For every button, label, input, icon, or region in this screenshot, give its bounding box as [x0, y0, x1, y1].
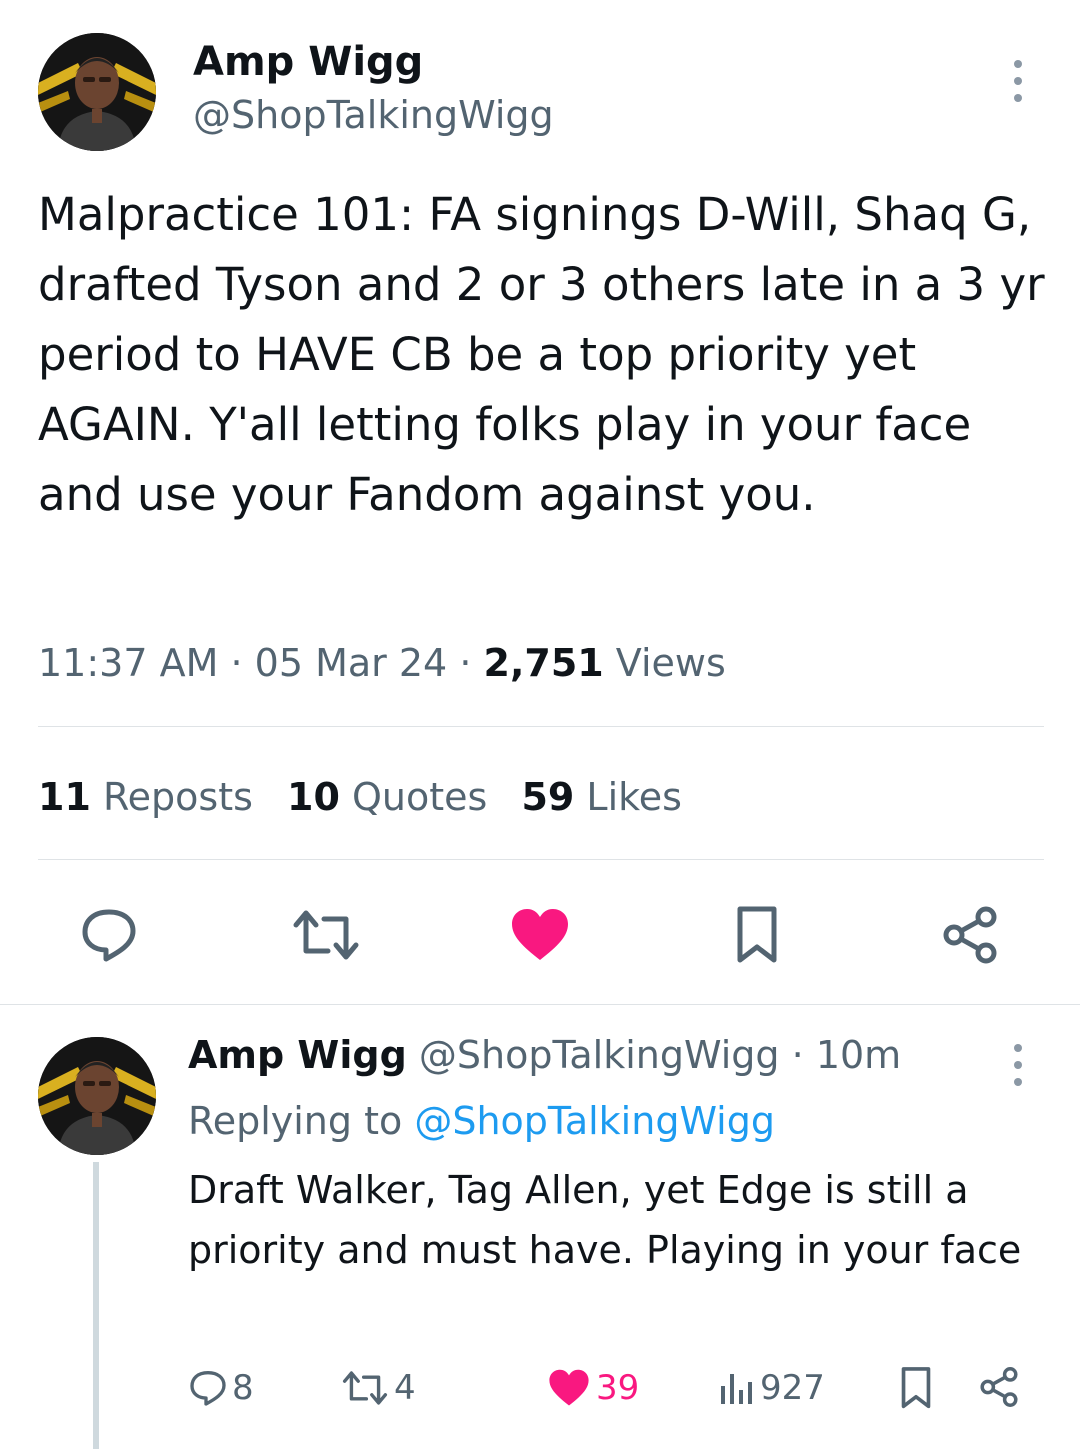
repost-icon [342, 1371, 388, 1405]
likes-count: 59 [521, 775, 575, 819]
more-icon[interactable] [1014, 60, 1022, 102]
avatar-image [38, 1037, 156, 1155]
views-label: Views [615, 641, 726, 685]
engagement-stats: 11 Reposts 10 Quotes 59 Likes [38, 774, 682, 820]
quotes-count: 10 [287, 775, 340, 819]
likes-label: Likes [586, 775, 682, 819]
meta-separator: · [459, 641, 472, 685]
divider [0, 1004, 1080, 1005]
replying-to: Replying to @ShopTalkingWigg [188, 1098, 775, 1144]
like-button[interactable] [505, 900, 575, 970]
reply-icon [190, 1370, 226, 1406]
repost-count: 4 [394, 1368, 416, 1408]
reply-like-button[interactable]: 39 [548, 1368, 639, 1408]
reply-author-handle[interactable]: @ShopTalkingWigg [419, 1033, 780, 1077]
tweet-meta: 11:37 AM · 05 Mar 24 · 2,751 Views [38, 640, 726, 686]
thread-line [93, 1162, 99, 1449]
reply-age[interactable]: 10m [816, 1033, 901, 1077]
more-icon[interactable] [1014, 1044, 1022, 1086]
reposts-count: 11 [38, 775, 91, 819]
views-icon [721, 1374, 752, 1404]
tweet-text: Malpractice 101: FA signings D-Will, Sha… [38, 188, 1045, 521]
view-count: 927 [760, 1368, 825, 1408]
share-icon [980, 1367, 1018, 1407]
avatar-image [38, 33, 156, 151]
heart-icon [512, 909, 568, 960]
reply-share-button[interactable] [978, 1366, 1022, 1410]
reply-repost-button[interactable]: 4 [340, 1368, 416, 1408]
author-handle[interactable]: @ShopTalkingWigg [193, 92, 554, 138]
like-count: 39 [596, 1368, 640, 1408]
replying-to-link[interactable]: @ShopTalkingWigg [414, 1099, 775, 1143]
heart-icon [549, 1369, 589, 1406]
tweet-date: 05 Mar 24 [254, 641, 448, 685]
quotes-label: Quotes [352, 775, 488, 819]
repost-button[interactable] [286, 900, 366, 970]
bookmark-button[interactable] [722, 900, 792, 970]
tweet-time: 11:37 AM [38, 641, 219, 685]
likes-stat[interactable]: 59 Likes [521, 775, 682, 819]
bookmark-icon [737, 906, 777, 963]
reply-count: 8 [232, 1368, 254, 1408]
reply-icon [82, 909, 136, 962]
meta-separator: · [791, 1033, 804, 1077]
views-count: 2,751 [483, 641, 604, 685]
replying-to-label: Replying to [188, 1099, 403, 1143]
author-name[interactable]: Amp Wigg [193, 38, 423, 86]
avatar[interactable] [38, 1037, 156, 1155]
reply-text: Draft Walker, Tag Allen, yet Edge is sti… [188, 1168, 1022, 1272]
divider [38, 726, 1044, 727]
reply-button[interactable] [74, 900, 144, 970]
avatar[interactable] [38, 33, 156, 151]
repost-icon [293, 910, 359, 960]
bookmark-icon [901, 1367, 931, 1409]
meta-separator: · [230, 641, 243, 685]
quotes-stat[interactable]: 10 Quotes [287, 775, 499, 819]
reply-header: Amp Wigg @ShopTalkingWigg · 10m [188, 1032, 901, 1078]
reply-reply-button[interactable]: 8 [188, 1368, 254, 1408]
reposts-stat[interactable]: 11 Reposts [38, 775, 265, 819]
share-button[interactable] [935, 900, 1005, 970]
reply-author-name[interactable]: Amp Wigg [188, 1033, 407, 1077]
reposts-label: Reposts [102, 775, 253, 819]
divider [38, 859, 1044, 860]
reply-bookmark-button[interactable] [898, 1366, 938, 1410]
share-icon [943, 906, 997, 964]
reply-views-button[interactable]: 927 [718, 1368, 825, 1408]
